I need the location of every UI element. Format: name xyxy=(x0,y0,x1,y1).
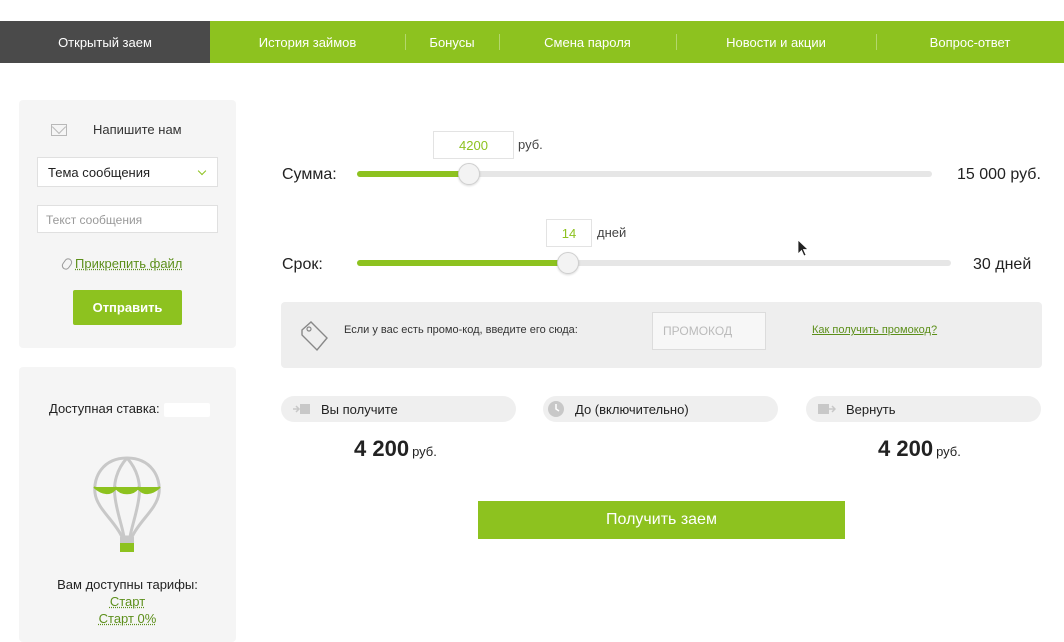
send-button[interactable]: Отправить xyxy=(73,290,182,325)
term-value-input[interactable]: 14 xyxy=(546,219,592,247)
tab-label: Вопрос-ответ xyxy=(929,34,1011,50)
return-label: Вернуть xyxy=(846,401,896,417)
return-amount: 4 200 руб. xyxy=(878,436,961,462)
rate-panel: Доступная ставка: Вам доступны тарифы: С… xyxy=(19,367,236,642)
amount-slider-fill xyxy=(357,171,470,177)
message-input[interactable]: Текст сообщения xyxy=(37,205,218,233)
subject-select[interactable]: Тема сообщения xyxy=(37,157,218,187)
chevron-down-icon xyxy=(197,166,207,176)
term-slider-track[interactable] xyxy=(357,252,951,274)
amount-value: 4200 xyxy=(459,137,488,153)
tab-label: Бонусы xyxy=(429,34,475,50)
promo-code-input[interactable]: ПРОМОКОД xyxy=(652,312,766,350)
amount-label: Сумма: xyxy=(282,166,337,183)
get-loan-label: Получить заем xyxy=(606,511,717,528)
term-unit: дней xyxy=(597,225,627,240)
tariff-link-start-zero[interactable]: Старт 0% xyxy=(19,611,236,626)
envelope-icon xyxy=(51,123,67,136)
tariff-link-start[interactable]: Старт xyxy=(19,594,236,609)
tab-change-password[interactable]: Смена пароля xyxy=(499,21,676,63)
tariffs-block: Вам доступны тарифы: Старт Старт 0% xyxy=(19,577,236,626)
receive-currency: руб. xyxy=(412,444,437,459)
term-max-label: 30 дней xyxy=(973,256,1032,273)
nav-divider xyxy=(405,34,406,50)
tab-news[interactable]: Новости и акции xyxy=(676,21,876,63)
attach-label: Прикрепить файл xyxy=(75,256,183,271)
term-label: Срок: xyxy=(282,256,323,273)
term-slider-fill xyxy=(357,260,568,266)
amount-slider-thumb[interactable] xyxy=(458,163,481,185)
contact-header: Напишите нам xyxy=(51,122,182,137)
contact-panel: Напишите нам Тема сообщения Текст сообще… xyxy=(19,100,236,348)
send-label: Отправить xyxy=(92,300,163,315)
nav-divider xyxy=(676,34,677,50)
balloon-icon xyxy=(93,456,161,552)
amount-value-input[interactable]: 4200 xyxy=(433,131,514,159)
wallet-out-icon xyxy=(818,404,836,414)
promo-panel: Если у вас есть промо-код, введите его с… xyxy=(281,302,1042,368)
message-placeholder: Текст сообщения xyxy=(46,213,143,227)
tab-loan-history[interactable]: История займов xyxy=(210,21,405,63)
contact-title: Напишите нам xyxy=(93,122,182,137)
tab-label: Открытый заем xyxy=(58,34,152,50)
receive-amount-value: 4 200 xyxy=(354,436,410,461)
until-pill: До (включительно) xyxy=(543,396,778,422)
paperclip-icon xyxy=(60,256,74,271)
promo-help-link[interactable]: Как получить промокод? xyxy=(812,324,937,336)
receive-pill: Вы получите xyxy=(281,396,516,422)
amount-unit: руб. xyxy=(518,137,543,152)
receive-label: Вы получите xyxy=(321,401,398,417)
promo-text: Если у вас есть промо-код, введите его с… xyxy=(344,324,578,336)
nav-divider xyxy=(499,34,500,50)
receive-amount: 4 200 руб. xyxy=(354,436,437,462)
promo-placeholder: ПРОМОКОД xyxy=(663,324,733,338)
wallet-in-icon xyxy=(293,404,310,414)
until-label: До (включительно) xyxy=(575,401,689,417)
term-value: 14 xyxy=(561,225,577,241)
tab-open-loan[interactable]: Открытый заем xyxy=(0,21,210,63)
main-nav: Открытый заем История займов Бонусы Смен… xyxy=(0,21,1064,63)
rate-value xyxy=(163,402,210,417)
tab-bonuses[interactable]: Бонусы xyxy=(405,21,499,63)
mouse-cursor-icon xyxy=(797,239,809,257)
get-loan-button[interactable]: Получить заем xyxy=(478,501,845,539)
return-pill: Вернуть xyxy=(806,396,1041,422)
tag-icon xyxy=(301,321,328,352)
rate-row: Доступная ставка: xyxy=(49,401,210,417)
rate-label: Доступная ставка: xyxy=(49,401,160,416)
tab-label: Новости и акции xyxy=(726,34,826,50)
nav-divider xyxy=(876,34,877,50)
term-slider-thumb[interactable] xyxy=(556,252,579,274)
return-currency: руб. xyxy=(936,444,961,459)
tab-label: История займов xyxy=(258,34,357,50)
amount-max-label: 15 000 руб. xyxy=(957,166,1041,183)
subject-select-value: Тема сообщения xyxy=(48,164,151,180)
amount-slider-track[interactable] xyxy=(357,163,932,185)
tab-label: Смена пароля xyxy=(544,34,631,50)
tab-faq[interactable]: Вопрос-ответ xyxy=(876,21,1064,63)
attach-file-link[interactable]: Прикрепить файл xyxy=(60,256,183,271)
return-amount-value: 4 200 xyxy=(878,436,934,461)
clock-icon xyxy=(548,401,564,417)
tariffs-label: Вам доступны тарифы: xyxy=(57,577,198,592)
